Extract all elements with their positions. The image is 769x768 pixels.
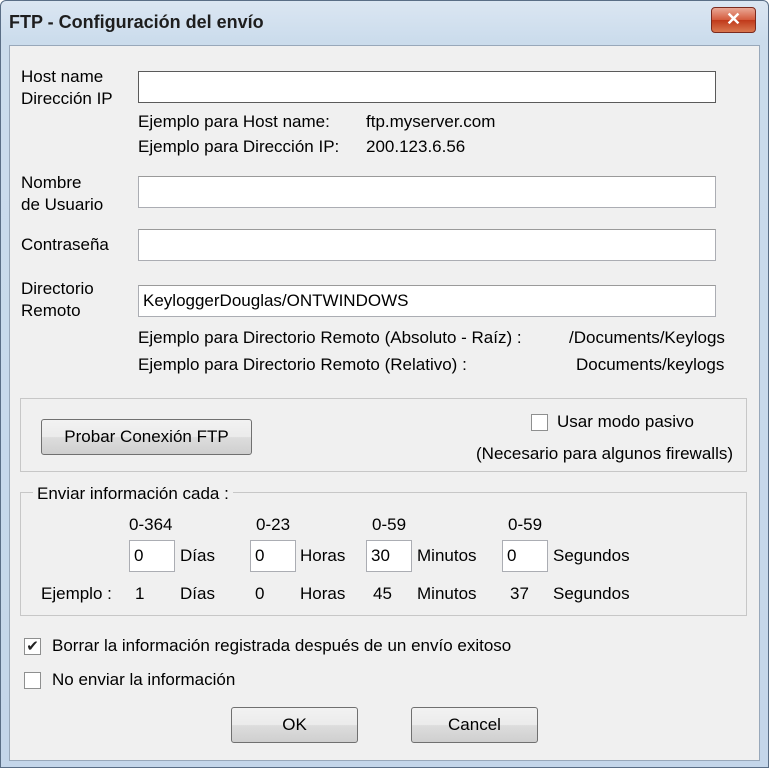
example-ip-value: 200.123.6.56 (366, 137, 466, 156)
remote-dir-input[interactable] (138, 285, 716, 317)
days-range: 0-364 (129, 515, 173, 534)
seconds-example: 37 (510, 584, 529, 603)
close-icon: ✕ (725, 9, 742, 29)
remote-dir-label-line2: Remoto (21, 301, 81, 320)
ok-label: OK (282, 715, 307, 734)
seconds-range: 0-59 (508, 515, 543, 534)
remote-dir-label: Directorio Remoto (21, 278, 94, 322)
host-label-line1: Host name (21, 67, 104, 86)
example-host-value: ftp.myserver.com (366, 112, 496, 131)
example-abs-label: Ejemplo para Directorio Remoto (Absoluto… (138, 328, 522, 347)
interval-legend: Enviar información cada : (33, 484, 233, 504)
cancel-label: Cancel (448, 715, 501, 734)
hours-unit: Horas (300, 546, 346, 565)
dialog-body: Host name Dirección IP Ejemplo para Host… (9, 45, 760, 761)
test-connection-label: Probar Conexión FTP (64, 427, 229, 446)
example-label: Ejemplo : (41, 584, 112, 603)
password-label: Contraseña (21, 235, 109, 254)
example-abs-value: /Documents/Keylogs (569, 328, 725, 347)
host-label-line2: Dirección IP (21, 89, 113, 108)
host-label: Host name Dirección IP (21, 66, 113, 110)
title-bar[interactable]: FTP - Configuración del envío ✕ (1, 1, 768, 45)
username-input[interactable] (138, 176, 716, 208)
checkmark-icon: ✔ (26, 638, 39, 655)
days-unit: Días (180, 546, 215, 565)
host-input[interactable] (138, 71, 716, 103)
ftp-config-window: FTP - Configuración del envío ✕ Host nam… (0, 0, 769, 768)
minutes-example-unit: Minutos (417, 584, 477, 603)
example-ip-label: Ejemplo para Dirección IP: (138, 137, 340, 156)
test-connection-button[interactable]: Probar Conexión FTP (41, 419, 252, 455)
hours-example-unit: Horas (300, 584, 346, 603)
hours-range: 0-23 (256, 515, 291, 534)
seconds-example-unit: Segundos (553, 584, 630, 603)
close-button[interactable]: ✕ (711, 7, 756, 33)
example-rel-label: Ejemplo para Directorio Remoto (Relativo… (138, 355, 467, 374)
seconds-unit: Segundos (553, 546, 630, 565)
passive-note: (Necesario para algunos firewalls) (476, 444, 734, 463)
days-example-unit: Días (180, 584, 215, 603)
user-label: Nombre de Usuario (21, 172, 103, 216)
hours-input[interactable] (250, 540, 296, 572)
user-label-line1: Nombre (21, 173, 82, 192)
ok-button[interactable]: OK (231, 707, 358, 743)
minutes-input[interactable] (366, 540, 412, 572)
passive-mode-checkbox[interactable] (531, 414, 548, 431)
cancel-button[interactable]: Cancel (411, 707, 538, 743)
passive-mode-label: Usar modo pasivo (557, 412, 695, 431)
seconds-input[interactable] (502, 540, 548, 572)
minutes-unit: Minutos (417, 546, 477, 565)
days-input[interactable] (129, 540, 175, 572)
do-not-send-checkbox[interactable] (24, 672, 41, 689)
remote-dir-label-line1: Directorio (21, 279, 94, 298)
delete-after-send-checkbox[interactable]: ✔ (24, 638, 41, 655)
hours-example: 0 (255, 584, 265, 603)
example-rel-value: Documents/keylogs (576, 355, 725, 374)
do-not-send-label: No enviar la información (52, 670, 236, 689)
example-host-label: Ejemplo para Host name: (138, 112, 330, 131)
user-label-line2: de Usuario (21, 195, 104, 214)
password-input[interactable] (138, 229, 716, 261)
window-title: FTP - Configuración del envío (9, 12, 264, 32)
days-example: 1 (135, 584, 145, 603)
delete-after-send-label: Borrar la información registrada después… (52, 636, 512, 655)
minutes-range: 0-59 (372, 515, 407, 534)
minutes-example: 45 (373, 584, 392, 603)
